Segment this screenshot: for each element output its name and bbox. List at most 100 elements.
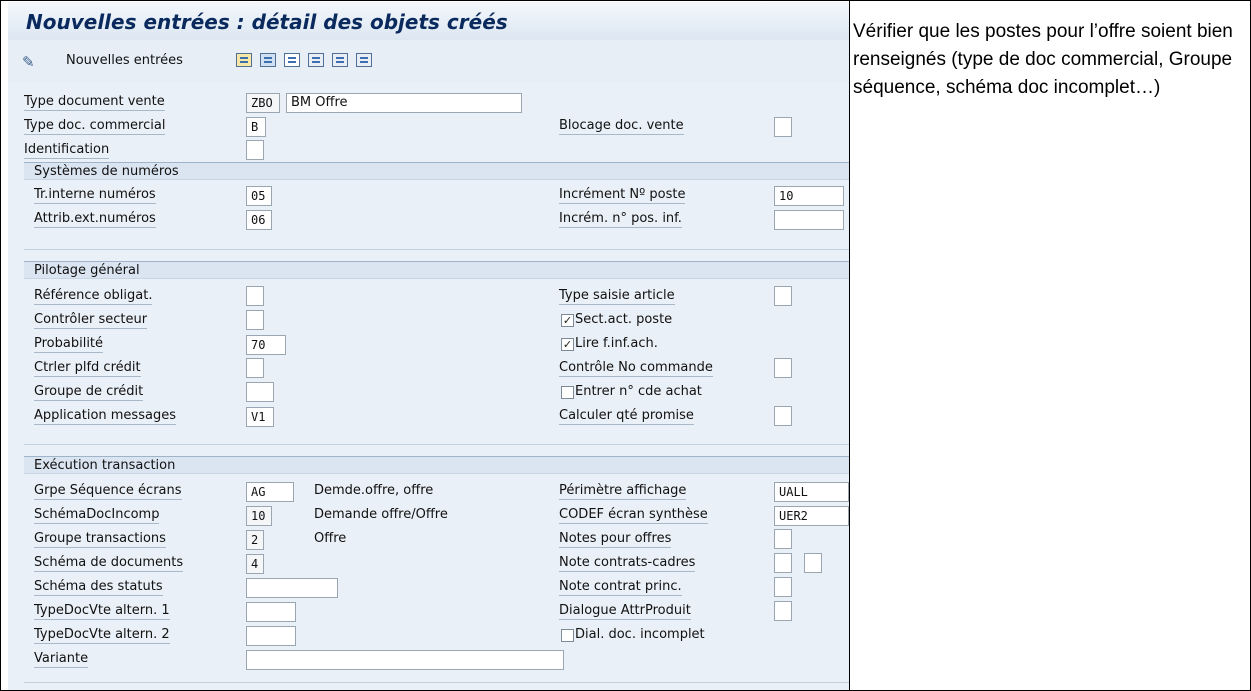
type-doc-vente-label: Type document vente: [24, 94, 165, 111]
schema-statuts-field[interactable]: [246, 578, 338, 598]
pencil-icon[interactable]: ✎: [22, 53, 35, 71]
sect-act-label: Sect.act. poste: [575, 312, 673, 327]
table-border-left: [0, 0, 1, 691]
schema-incomp-label: SchémaDocIncomp: [34, 507, 160, 524]
variante-field[interactable]: [246, 650, 564, 670]
table-column-divider: [849, 0, 850, 691]
section-title-execution: Exécution transaction: [34, 458, 176, 473]
section-title-pilotage: Pilotage général: [34, 263, 140, 278]
codef-label: CODEF écran synthèse: [559, 507, 708, 524]
dial-incomplet-label: Dial. doc. incomplet: [575, 627, 705, 642]
increm-pos-inf-label: Incrém. n° pos. inf.: [559, 211, 682, 228]
reference-label: Référence obligat.: [34, 288, 153, 305]
blocage-field[interactable]: [774, 117, 792, 137]
page-title: Nouvelles entrées : détail des objets cr…: [26, 10, 508, 34]
notes-offres-field[interactable]: [774, 529, 792, 549]
note-contrats-field-2[interactable]: [804, 553, 822, 573]
next-icon[interactable]: [332, 53, 348, 67]
section-separator: [24, 682, 849, 683]
grpe-seq-field[interactable]: AG: [246, 482, 294, 502]
perimetre-label: Périmètre affichage: [559, 483, 687, 500]
prev-icon[interactable]: [308, 53, 324, 67]
delete-icon[interactable]: [260, 53, 276, 67]
instruction-note: Vérifier que les postes pour l’offre soi…: [853, 21, 1233, 98]
attrib-ext-label: Attrib.ext.numéros: [34, 211, 156, 228]
section-title-numeros: Systèmes de numéros: [34, 164, 179, 179]
section-header-numeros: Systèmes de numéros: [24, 162, 849, 180]
groupe-trans-label: Groupe transactions: [34, 531, 166, 548]
controler-secteur-field[interactable]: [246, 310, 264, 330]
table-border-top: [0, 0, 1251, 1]
entrer-cde-label: Entrer n° cde achat: [575, 384, 702, 399]
controle-no-cmd-label: Contrôle No commande: [559, 360, 713, 377]
increm-pos-inf-field[interactable]: [774, 210, 844, 230]
increment-poste-field[interactable]: 10: [774, 186, 844, 206]
type-doc-commercial-label: Type doc. commercial: [24, 118, 166, 135]
altern1-field[interactable]: [246, 602, 296, 622]
type-saisie-field[interactable]: [774, 286, 792, 306]
undo-icon[interactable]: [284, 53, 300, 67]
ctrler-plfd-label: Ctrler plfd crédit: [34, 360, 141, 377]
type-doc-vente-text[interactable]: BM Offre: [286, 93, 522, 113]
notes-offres-label: Notes pour offres: [559, 531, 672, 548]
groupe-trans-desc: Offre: [314, 531, 347, 546]
type-saisie-label: Type saisie article: [559, 288, 675, 305]
probabilite-field[interactable]: 70: [246, 335, 286, 355]
schema-incomp-field[interactable]: 10: [246, 506, 272, 526]
groupe-trans-field[interactable]: 2: [246, 530, 264, 550]
ctrler-plfd-field[interactable]: [246, 358, 264, 378]
dialogue-attr-label: Dialogue AttrProduit: [559, 603, 691, 620]
tr-interne-label: Tr.interne numéros: [34, 187, 156, 204]
sect-act-checkbox[interactable]: ✓: [561, 314, 574, 327]
attrib-ext-field[interactable]: 06: [246, 210, 272, 230]
reference-field[interactable]: [246, 286, 264, 306]
sap-screenshot: Nouvelles entrées : détail des objets cr…: [8, 2, 849, 690]
note-contrat-princ-field[interactable]: [774, 577, 792, 597]
note-contrats-field[interactable]: [774, 553, 792, 573]
title-bar: Nouvelles entrées : détail des objets cr…: [8, 2, 849, 40]
blocage-label: Blocage doc. vente: [559, 118, 684, 135]
altern2-field[interactable]: [246, 626, 296, 646]
copy-icon[interactable]: [236, 53, 252, 67]
dial-incomplet-checkbox[interactable]: [561, 629, 574, 642]
entrer-cde-checkbox[interactable]: [561, 386, 574, 399]
schema-statuts-label: Schéma des statuts: [34, 579, 163, 596]
identification-label: Identification: [24, 142, 110, 159]
identification-field[interactable]: [246, 140, 264, 160]
dialogue-attr-field[interactable]: [774, 601, 792, 621]
groupe-credit-label: Groupe de crédit: [34, 384, 144, 401]
lire-finf-checkbox[interactable]: ✓: [561, 338, 574, 351]
application-toolbar: ✎ Nouvelles entrées: [8, 40, 849, 82]
lire-finf-label: Lire f.inf.ach.: [575, 336, 658, 351]
new-entries-button[interactable]: Nouvelles entrées: [66, 53, 183, 68]
grpe-seq-label: Grpe Séquence écrans: [34, 483, 182, 500]
schema-incomp-desc: Demande offre/Offre: [314, 507, 448, 522]
altern2-label: TypeDocVte altern. 2: [34, 627, 170, 644]
form-content: Type document vente ZBO BM Offre Type do…: [8, 82, 849, 690]
controler-secteur-label: Contrôler secteur: [34, 312, 148, 329]
application-messages-label: Application messages: [34, 408, 176, 425]
type-doc-commercial-field[interactable]: B: [246, 117, 266, 137]
schema-docs-field[interactable]: 4: [246, 554, 264, 574]
probabilite-label: Probabilité: [34, 336, 104, 353]
calculer-qte-label: Calculer qté promise: [559, 408, 694, 425]
section-header-pilotage: Pilotage général: [24, 261, 849, 279]
groupe-credit-field[interactable]: [246, 382, 274, 402]
calculer-qte-field[interactable]: [774, 406, 792, 426]
section-separator: [24, 249, 849, 250]
altern1-label: TypeDocVte altern. 1: [34, 603, 170, 620]
application-messages-field[interactable]: V1: [246, 407, 274, 427]
increment-poste-label: Incrément Nº poste: [559, 187, 686, 204]
select-icon[interactable]: [356, 53, 372, 67]
section-header-execution: Exécution transaction: [24, 456, 849, 474]
schema-docs-label: Schéma de documents: [34, 555, 184, 572]
type-doc-vente-code[interactable]: ZBO: [246, 93, 280, 113]
controle-no-cmd-field[interactable]: [774, 358, 792, 378]
note-contrat-princ-label: Note contrat princ.: [559, 579, 682, 596]
perimetre-field[interactable]: UALL: [774, 482, 849, 502]
note-contrats-label: Note contrats-cadres: [559, 555, 696, 572]
section-separator: [24, 444, 849, 445]
tr-interne-field[interactable]: 05: [246, 186, 272, 206]
variante-label: Variante: [34, 651, 89, 668]
codef-field[interactable]: UER2: [774, 506, 849, 526]
